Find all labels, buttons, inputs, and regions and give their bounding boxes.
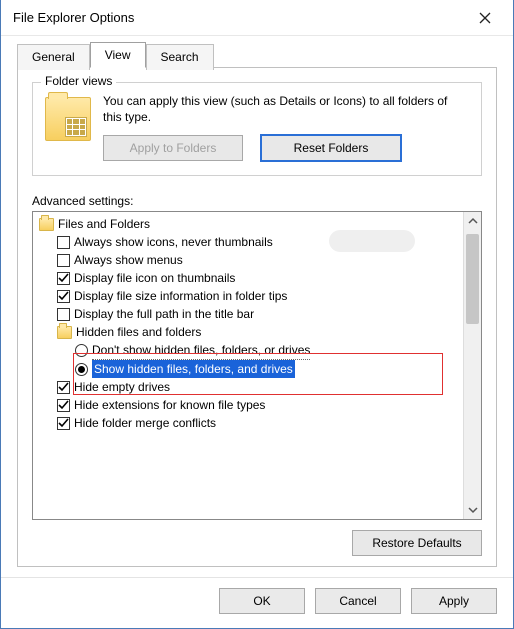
tab-panel-view: Folder views You can apply this view (su…	[17, 67, 497, 567]
restore-defaults-button[interactable]: Restore Defaults	[352, 530, 482, 556]
tree-item-hide-merge-conflicts[interactable]: Hide folder merge conflicts	[39, 414, 461, 432]
tree-item-always-menus[interactable]: Always show menus	[39, 251, 461, 269]
tree-item-label: Display file size information in folder …	[74, 287, 287, 305]
folder-icon	[39, 218, 54, 231]
checkbox[interactable]	[57, 290, 70, 303]
apply-button[interactable]: Apply	[411, 588, 497, 614]
checkbox[interactable]	[57, 399, 70, 412]
tab-general[interactable]: General	[17, 44, 90, 70]
dialog-content: General View Search Folder views You can…	[1, 36, 513, 577]
checkbox[interactable]	[57, 254, 70, 267]
close-icon	[479, 12, 491, 24]
tree-scrollbar[interactable]	[463, 212, 481, 519]
tab-strip: General View Search	[17, 42, 497, 68]
tree-item-hidden-group[interactable]: Hidden files and folders	[39, 323, 461, 341]
tree-item-full-path-titlebar[interactable]: Display the full path in the title bar	[39, 305, 461, 323]
radio[interactable]	[75, 363, 88, 376]
chevron-up-icon	[468, 216, 478, 226]
tab-view[interactable]: View	[90, 42, 146, 68]
reset-folders-button[interactable]: Reset Folders	[261, 135, 401, 161]
tree-item-label: Hide empty drives	[74, 378, 170, 396]
cancel-button[interactable]: Cancel	[315, 588, 401, 614]
scroll-track[interactable]	[464, 230, 481, 501]
folder-views-group: Folder views You can apply this view (su…	[32, 82, 482, 176]
dialog-window: File Explorer Options General View Searc…	[0, 0, 514, 629]
close-button[interactable]	[465, 4, 505, 32]
advanced-settings-label: Advanced settings:	[32, 194, 482, 208]
tree-item-label: Don't show hidden files, folders, or dri…	[92, 341, 310, 360]
tree-item-label: Hide folder merge conflicts	[74, 414, 216, 432]
tree-item-label: Hidden files and folders	[76, 323, 201, 341]
tab-search[interactable]: Search	[146, 44, 214, 70]
folder-views-title: Folder views	[41, 74, 116, 88]
apply-to-folders-button[interactable]: Apply to Folders	[103, 135, 243, 161]
tree-item-hide-extensions[interactable]: Hide extensions for known file types	[39, 396, 461, 414]
tree-item-label: Hide extensions for known file types	[74, 396, 265, 414]
folder-views-description: You can apply this view (such as Details…	[103, 93, 469, 125]
chevron-down-icon	[468, 505, 478, 515]
tree-item-show-hidden[interactable]: Show hidden files, folders, and drives	[39, 360, 461, 378]
tree-item-file-icon-thumbs[interactable]: Display file icon on thumbnails	[39, 269, 461, 287]
tree-item-label: Display file icon on thumbnails	[74, 269, 235, 287]
window-title: File Explorer Options	[13, 10, 465, 25]
tree-item-hide-empty-drives[interactable]: Hide empty drives	[39, 378, 461, 396]
tree-item-label: Show hidden files, folders, and drives	[92, 360, 295, 378]
tree-item-dont-show-hidden[interactable]: Don't show hidden files, folders, or dri…	[39, 341, 461, 360]
dialog-buttons: OK Cancel Apply	[1, 577, 513, 628]
scroll-thumb[interactable]	[466, 234, 479, 324]
checkbox[interactable]	[57, 417, 70, 430]
ok-button[interactable]: OK	[219, 588, 305, 614]
tree-viewport[interactable]: Files and Folders Always show icons, nev…	[33, 212, 463, 519]
titlebar: File Explorer Options	[1, 0, 513, 36]
tree-item-label: Always show icons, never thumbnails	[74, 233, 273, 251]
advanced-settings-tree: Files and Folders Always show icons, nev…	[32, 211, 482, 520]
radio[interactable]	[75, 344, 88, 357]
scroll-up-button[interactable]	[464, 212, 482, 230]
checkbox[interactable]	[57, 272, 70, 285]
folder-options-icon	[45, 97, 91, 141]
checkbox[interactable]	[57, 236, 70, 249]
folder-icon	[57, 326, 72, 339]
checkbox[interactable]	[57, 308, 70, 321]
tree-item-label: Display the full path in the title bar	[74, 305, 254, 323]
tree-root-label: Files and Folders	[58, 215, 150, 233]
checkbox[interactable]	[57, 381, 70, 394]
decorative-overlay	[329, 230, 415, 252]
tree-item-label: Always show menus	[74, 251, 183, 269]
scroll-down-button[interactable]	[464, 501, 482, 519]
tree-item-file-size-tips[interactable]: Display file size information in folder …	[39, 287, 461, 305]
